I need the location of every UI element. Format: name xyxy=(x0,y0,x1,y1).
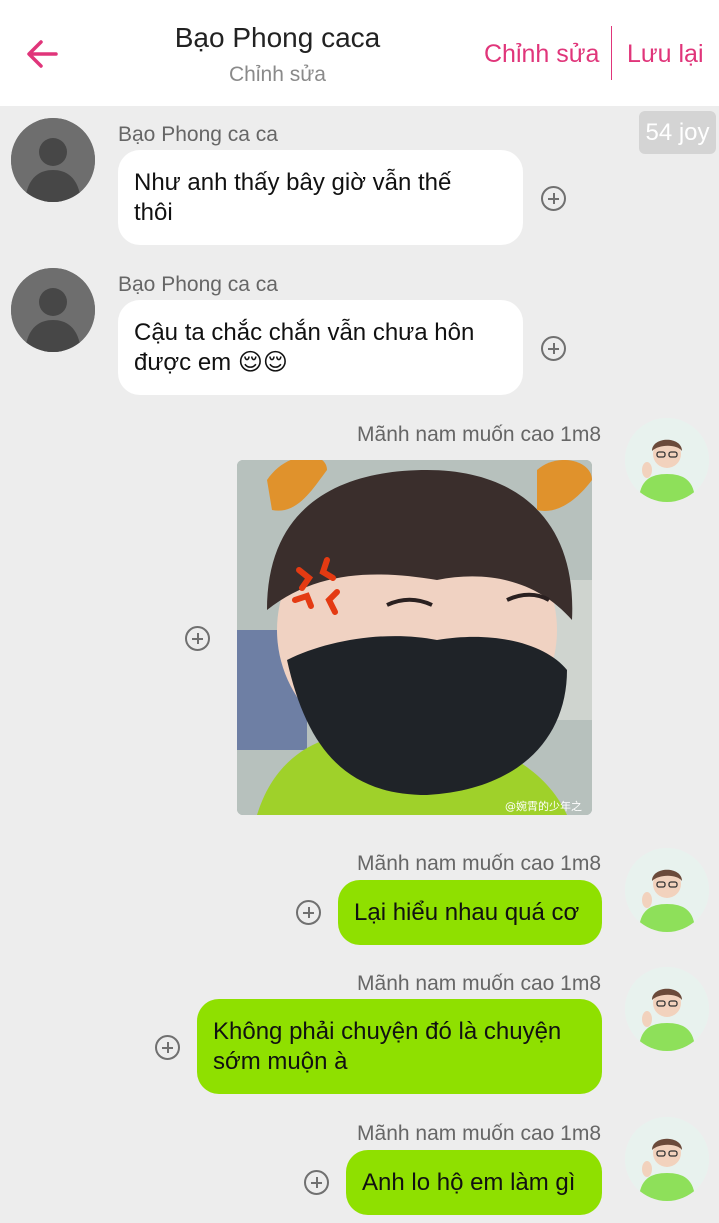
message-text: Không phải chuyện đó là chuyện xyxy=(213,1018,562,1045)
edit-button[interactable]: Chỉnh sửa xyxy=(484,40,599,69)
add-circle-icon[interactable] xyxy=(296,900,321,925)
save-button[interactable]: Lưu lại xyxy=(627,40,704,69)
header-divider xyxy=(611,26,612,80)
message-text: được em 😌😌 xyxy=(134,349,288,376)
sender-name: Bạo Phong ca ca xyxy=(118,273,278,296)
chat-subtitle: Chỉnh sửa xyxy=(229,63,326,86)
sender-name: Mãnh nam muốn cao 1m8 xyxy=(357,852,601,875)
message-bubble[interactable]: Cậu ta chắc chắn vẫn chưa hôn được em 😌😌 xyxy=(118,300,523,395)
sender-avatar[interactable] xyxy=(11,268,95,352)
sender-name: Mãnh nam muốn cao 1m8 xyxy=(357,423,601,446)
sender-name: Mãnh nam muốn cao 1m8 xyxy=(357,972,601,995)
add-circle-icon[interactable] xyxy=(155,1035,180,1060)
sender-name: Mãnh nam muốn cao 1m8 xyxy=(357,1122,601,1145)
message-bubble[interactable]: Không phải chuyện đó là chuyện sớm muộn … xyxy=(197,999,602,1094)
message-text: Cậu ta chắc chắn vẫn chưa hôn xyxy=(134,319,475,346)
message-bubble[interactable]: Anh lo hộ em làm gì xyxy=(346,1150,602,1215)
user-avatar[interactable] xyxy=(625,848,709,932)
add-circle-icon[interactable] xyxy=(541,336,566,361)
sender-avatar[interactable] xyxy=(11,118,95,202)
add-circle-icon[interactable] xyxy=(541,186,566,211)
message-bubble[interactable]: Như anh thấy bây giờ vẫn thế thôi xyxy=(118,150,523,245)
add-circle-icon[interactable] xyxy=(304,1170,329,1195)
message-text: Như anh thấy bây giờ vẫn thế xyxy=(134,169,452,196)
message-text: Lại hiểu nhau quá cơ xyxy=(354,899,580,926)
joy-badge: 54 joy xyxy=(639,111,716,154)
photo-watermark: @婉霄的少年之 xyxy=(505,799,582,813)
message-bubble[interactable]: Lại hiểu nhau quá cơ xyxy=(338,880,602,945)
message-text: thôi xyxy=(134,199,173,226)
user-avatar[interactable] xyxy=(625,418,709,502)
top-bar: Bạo Phong caca Chỉnh sửa Chỉnh sửa Lưu l… xyxy=(0,0,719,106)
message-text: Anh lo hộ em làm gì xyxy=(362,1169,576,1196)
user-avatar[interactable] xyxy=(625,1117,709,1201)
default-avatar-icon xyxy=(11,118,95,202)
message-text: sớm muộn à xyxy=(213,1048,348,1075)
default-avatar-icon xyxy=(11,268,95,352)
add-circle-icon[interactable] xyxy=(185,626,210,651)
user-avatar[interactable] xyxy=(625,967,709,1051)
shared-photo[interactable]: @婉霄的少年之 xyxy=(237,460,592,815)
sender-name: Bạo Phong ca ca xyxy=(118,123,278,146)
back-arrow-icon[interactable] xyxy=(22,34,62,74)
chat-title: Bạo Phong caca xyxy=(174,22,381,53)
